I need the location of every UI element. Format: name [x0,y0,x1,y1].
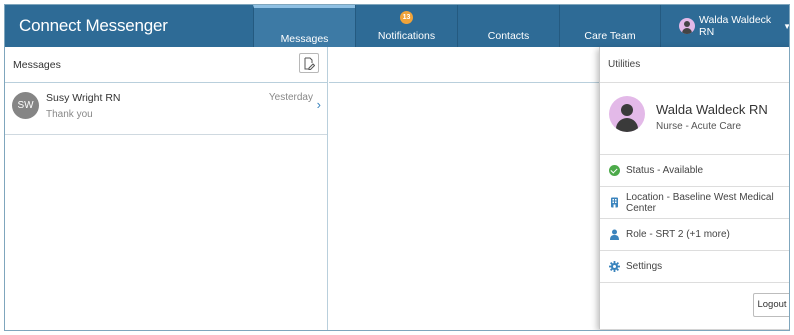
conversation-preview: Thank you [46,109,93,120]
compose-icon [304,57,315,70]
location-label: Location - Baseline West Medical Center [626,191,774,214]
tab-notifications-label: Notifications [377,30,436,42]
chevron-right-icon: › [316,97,321,112]
user-avatar [679,18,695,34]
building-icon [611,197,618,208]
main-tabs: Messages 13 Notifications Contacts Care … [253,5,661,47]
settings-item[interactable]: Settings [600,251,789,283]
profile-card: Walda Waldeck RN Nurse - Acute Care [600,83,789,155]
profile-name: Walda Waldeck RN [656,102,768,117]
profile-avatar [609,96,645,132]
logout-button[interactable]: Logout [753,293,789,317]
conversation-avatar: SW [12,92,39,119]
conversation-pane [329,47,599,330]
tab-messages[interactable]: Messages [253,5,355,47]
conversation-name: Susy Wright RN [46,92,121,104]
conversation-time: Yesterday [268,92,313,103]
tab-contacts-label: Contacts [487,30,530,42]
user-menu-button[interactable]: Walda Waldeck RN ▼ [679,5,789,47]
role-label: Role - SRT 2 (+1 more) [626,229,730,240]
tab-care-team[interactable]: Care Team [559,5,661,47]
location-item[interactable]: Location - Baseline West Medical Center [600,187,789,219]
user-menu-name: Walda Waldeck RN [699,14,772,38]
app-title: Connect Messenger [19,16,168,35]
chevron-down-icon: ▼ [783,22,789,31]
status-check-icon [609,165,620,176]
settings-label: Settings [626,261,663,272]
messages-pane-title: Messages [13,59,61,71]
conversation-pane-header [329,47,599,83]
status-item[interactable]: Status - Available [600,155,789,187]
utilities-dropdown: Utilities Walda Waldeck RN Nurse - Acute… [599,47,789,329]
top-bar: Connect Messenger Messages 13 Notificati… [5,5,789,47]
status-label: Status - Available [626,165,704,176]
messages-pane: Messages SW Susy Wright RN Thank you Yes… [5,47,328,330]
tab-messages-label: Messages [280,33,329,45]
gear-icon [609,261,620,272]
tab-notifications[interactable]: 13 Notifications [355,5,457,47]
tab-contacts[interactable]: Contacts [457,5,559,47]
profile-role: Nurse - Acute Care [656,121,742,132]
logout-area: Logout [600,283,789,323]
app-window: Connect Messenger Messages 13 Notificati… [4,4,790,331]
person-icon [610,229,619,240]
tab-care-team-label: Care Team [584,30,636,42]
notifications-badge: 13 [400,11,413,24]
messages-pane-header: Messages [5,47,327,83]
utilities-header: Utilities [600,47,789,83]
compose-button[interactable] [299,53,319,73]
role-item[interactable]: Role - SRT 2 (+1 more) [600,219,789,251]
utilities-title: Utilities [608,59,641,70]
conversation-item[interactable]: SW Susy Wright RN Thank you Yesterday › [5,83,327,135]
